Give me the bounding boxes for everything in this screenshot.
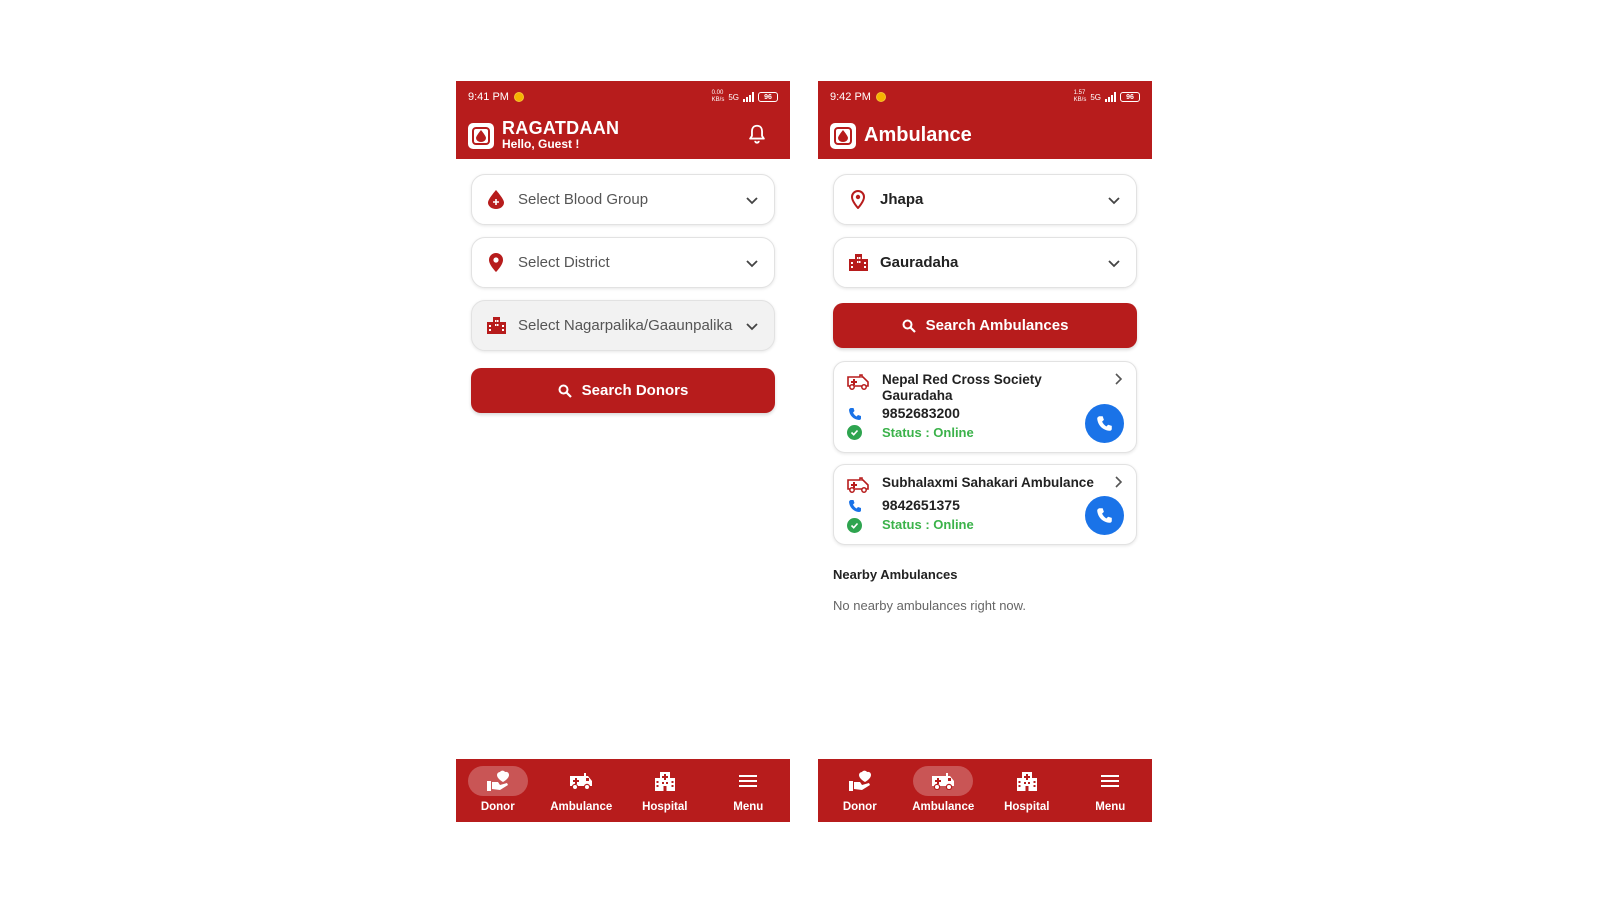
- menu-icon: [1101, 775, 1120, 787]
- donor-heart-hand-icon: [848, 770, 871, 791]
- nav-menu-label: Menu: [733, 801, 764, 813]
- building-icon: [486, 316, 506, 336]
- nav-donor[interactable]: Donor: [456, 759, 540, 822]
- app-logo: [830, 123, 856, 149]
- municipality-select[interactable]: Gauradaha: [833, 237, 1137, 288]
- nav-hospital[interactable]: Hospital: [985, 759, 1069, 822]
- search-icon: [902, 319, 916, 333]
- hospital-icon: [1016, 772, 1037, 791]
- search-ambulances-label: Search Ambulances: [925, 317, 1069, 334]
- status-bar: 9:41 PM 0.00 KB/s 5G 96: [468, 90, 778, 104]
- nav-ambulance-label: Ambulance: [550, 801, 613, 813]
- municipality-placeholder: Select Nagarpalika/Gaaunpalika: [518, 317, 733, 334]
- page-title: Ambulance: [864, 124, 972, 146]
- nav-hospital-label: Hospital: [642, 801, 688, 813]
- notification-dot-icon: [513, 92, 524, 102]
- ambulance-card[interactable]: Subhalaxmi Sahakari Ambulance 9842651375…: [833, 464, 1137, 545]
- district-select[interactable]: Jhapa: [833, 174, 1137, 225]
- donor-screen: 9:41 PM 0.00 KB/s 5G 96 RAGATDAAN Hello,…: [456, 81, 790, 822]
- nearby-ambulances-heading: Nearby Ambulances: [833, 567, 958, 582]
- battery-icon: 96: [1120, 92, 1140, 102]
- ambulance-name: Nepal Red Cross Society Gauradaha: [882, 372, 1042, 403]
- ambulance-status: Status : Online: [882, 425, 974, 440]
- phone-icon: [1097, 416, 1112, 431]
- nav-hospital[interactable]: Hospital: [623, 759, 707, 822]
- ambulance-status: Status : Online: [882, 517, 974, 532]
- nav-donor[interactable]: Donor: [818, 759, 902, 822]
- menu-icon: [739, 775, 758, 787]
- call-button[interactable]: [1085, 496, 1124, 535]
- net-speed: 0.00 KB/s: [711, 90, 725, 103]
- signal-icon: [1105, 92, 1116, 102]
- nearby-empty-message: No nearby ambulances right now.: [833, 598, 1026, 613]
- online-check-icon: [847, 425, 862, 440]
- chevron-down-icon: [746, 322, 758, 330]
- online-check-icon: [847, 518, 862, 533]
- nav-donor-label: Donor: [842, 801, 877, 813]
- ambulance-icon: [932, 773, 955, 790]
- bell-icon[interactable]: [746, 123, 768, 145]
- district-value: Jhapa: [880, 191, 924, 208]
- nav-menu-label: Menu: [1095, 801, 1126, 813]
- chevron-down-icon: [1108, 259, 1120, 267]
- ambulance-phone: 9852683200: [882, 405, 960, 421]
- search-donors-label: Search Donors: [581, 382, 689, 399]
- call-button[interactable]: [1085, 404, 1124, 443]
- app-bar: 9:41 PM 0.00 KB/s 5G 96 RAGATDAAN Hello,…: [456, 81, 790, 159]
- bottom-nav: Donor Ambulance Hospital Menu: [456, 759, 790, 822]
- nav-menu[interactable]: Menu: [1069, 759, 1153, 822]
- ambulance-screen: 9:42 PM 1.57 KB/s 5G 96 Ambulance Jhapa: [818, 81, 1152, 822]
- ambulance-phone: 9842651375: [882, 497, 960, 513]
- blood-group-placeholder: Select Blood Group: [518, 191, 649, 208]
- chevron-down-icon: [746, 196, 758, 204]
- phone-icon: [849, 500, 861, 512]
- ambulance-icon: [570, 773, 593, 790]
- chevron-down-icon: [1108, 196, 1120, 204]
- ambulance-outline-icon: [847, 477, 869, 493]
- nav-ambulance-label: Ambulance: [912, 801, 975, 813]
- location-pin-outline-icon: [848, 190, 868, 210]
- network-type: 5G: [1090, 92, 1101, 102]
- municipality-value: Gauradaha: [880, 254, 959, 271]
- search-ambulances-button[interactable]: Search Ambulances: [833, 303, 1137, 348]
- bottom-nav: Donor Ambulance Hospital Menu: [818, 759, 1152, 822]
- hospital-icon: [654, 772, 675, 791]
- notification-dot-icon: [875, 92, 886, 102]
- status-bar: 9:42 PM 1.57 KB/s 5G 96: [830, 90, 1140, 104]
- ambulance-outline-icon: [847, 374, 869, 390]
- status-time: 9:42 PM: [830, 91, 871, 103]
- municipality-select[interactable]: Select Nagarpalika/Gaaunpalika: [471, 300, 775, 351]
- chevron-down-icon: [746, 259, 758, 267]
- donor-heart-hand-icon: [486, 770, 509, 791]
- ambulance-name: Subhalaxmi Sahakari Ambulance: [882, 475, 1094, 490]
- district-placeholder: Select District: [518, 254, 610, 271]
- blood-drop-icon: [486, 190, 506, 210]
- app-logo: [468, 123, 494, 149]
- district-select[interactable]: Select District: [471, 237, 775, 288]
- nav-donor-label: Donor: [480, 801, 515, 813]
- phone-icon: [1097, 508, 1112, 523]
- nav-ambulance[interactable]: Ambulance: [540, 759, 624, 822]
- nav-hospital-label: Hospital: [1004, 801, 1050, 813]
- search-icon: [558, 384, 572, 398]
- net-speed: 1.57 KB/s: [1073, 90, 1087, 103]
- ambulance-card[interactable]: Nepal Red Cross Society Gauradaha 985268…: [833, 361, 1137, 453]
- nav-menu[interactable]: Menu: [707, 759, 791, 822]
- blood-group-select[interactable]: Select Blood Group: [471, 174, 775, 225]
- chevron-right-icon[interactable]: [1112, 475, 1124, 489]
- battery-icon: 96: [758, 92, 778, 102]
- app-bar: 9:42 PM 1.57 KB/s 5G 96 Ambulance: [818, 81, 1152, 159]
- network-type: 5G: [728, 92, 739, 102]
- status-time: 9:41 PM: [468, 91, 509, 103]
- signal-icon: [743, 92, 754, 102]
- chevron-right-icon[interactable]: [1112, 372, 1124, 386]
- greeting-text: Hello, Guest !: [502, 137, 580, 151]
- search-donors-button[interactable]: Search Donors: [471, 368, 775, 413]
- location-pin-icon: [486, 253, 506, 273]
- building-icon: [848, 253, 868, 273]
- nav-ambulance[interactable]: Ambulance: [902, 759, 986, 822]
- app-title: RAGATDAAN: [502, 118, 620, 138]
- phone-icon: [849, 408, 861, 420]
